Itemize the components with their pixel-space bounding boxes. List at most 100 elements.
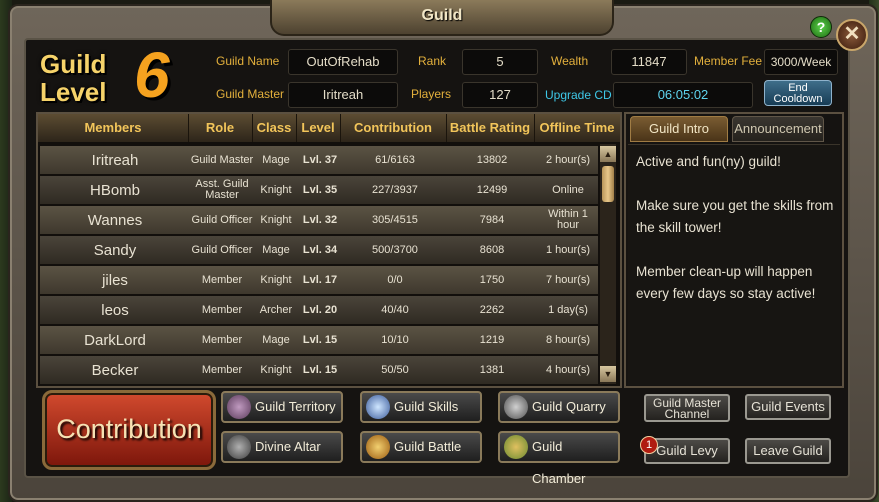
cell-class: Knight bbox=[260, 213, 292, 226]
help-icon[interactable]: ? bbox=[810, 16, 832, 38]
table-row[interactable]: Wannes Guild Officer Knight Lvl. 32 305/4515… bbox=[40, 206, 598, 234]
table-row[interactable]: DarkLord Member Mage Lvl. 15 10/10 1219 8 hour… bbox=[40, 326, 598, 354]
cell-role: Guild Officer bbox=[191, 243, 253, 256]
guild-skills-label: Guild Skills bbox=[394, 399, 459, 414]
intro-paragraph-1: Active and fun(ny) guild! bbox=[636, 154, 781, 169]
upgrade-cd-value: 06:05:02 bbox=[613, 82, 753, 108]
skills-icon bbox=[366, 395, 390, 419]
guild-skills-button[interactable]: Guild Skills bbox=[360, 391, 482, 423]
col-offline-time[interactable]: Offline Time bbox=[534, 114, 620, 142]
cell-level: Lvl. 17 bbox=[302, 273, 338, 286]
cell-level: Lvl. 15 bbox=[302, 333, 338, 346]
cell-contribution: 305/4515 bbox=[372, 213, 418, 226]
cell-rating: 8608 bbox=[479, 243, 505, 256]
guild-chamber-button[interactable]: Guild Chamber bbox=[498, 431, 620, 486]
col-members[interactable]: Members bbox=[38, 114, 189, 142]
scroll-up-icon[interactable]: ▲ bbox=[600, 146, 616, 162]
intro-paragraph-2: Make sure you get the skills from the sk… bbox=[636, 198, 834, 235]
close-icon[interactable]: ✕ bbox=[836, 19, 868, 51]
col-role[interactable]: Role bbox=[188, 114, 253, 142]
cell-class: Mage bbox=[262, 153, 290, 166]
cell-name: jiles bbox=[102, 271, 128, 289]
table-row[interactable]: jiles Member Knight Lvl. 17 0/0 1750 7 hour(s) bbox=[40, 266, 598, 294]
col-level[interactable]: Level bbox=[296, 114, 341, 142]
cell-rating: 7984 bbox=[479, 213, 505, 226]
cell-rating: 1381 bbox=[479, 363, 505, 376]
gm-channel-line2: Channel bbox=[664, 407, 710, 421]
contribution-button[interactable]: Contribution bbox=[42, 390, 216, 470]
cell-class: Knight bbox=[260, 363, 292, 376]
cell-role: Guild Master bbox=[190, 153, 254, 166]
rank-value: 5 bbox=[462, 49, 538, 75]
tab-announcement[interactable]: Announcement bbox=[732, 116, 824, 142]
cell-level: Lvl. 20 bbox=[302, 303, 338, 316]
guild-level-label-line1: Guild bbox=[40, 49, 107, 79]
table-row[interactable]: HBomb Asst. Guild Master Knight Lvl. 35 227/… bbox=[40, 176, 598, 204]
divine-altar-button[interactable]: Divine Altar bbox=[221, 431, 343, 463]
wealth-value: 11847 bbox=[611, 49, 687, 75]
cell-rating: 12499 bbox=[476, 183, 508, 196]
guild-quarry-label: Guild Quarry bbox=[532, 399, 606, 414]
cell-contribution: 10/10 bbox=[381, 333, 409, 346]
guild-battle-button[interactable]: Guild Battle bbox=[360, 431, 482, 463]
cell-class: Mage bbox=[262, 243, 290, 256]
leave-guild-button[interactable]: Leave Guild bbox=[745, 438, 831, 464]
cell-level: Lvl. 34 bbox=[302, 243, 338, 256]
cell-name: HBomb bbox=[89, 181, 141, 199]
guild-level-label: Guild Level bbox=[40, 50, 107, 106]
members-table-header: Members Role Class Level Contribution Ba… bbox=[38, 114, 620, 142]
cell-level: Lvl. 32 bbox=[302, 213, 338, 226]
players-value: 127 bbox=[462, 82, 538, 108]
cell-name: leos bbox=[101, 301, 129, 319]
cell-class: Knight bbox=[260, 273, 292, 286]
cell-rating: 13802 bbox=[476, 153, 508, 166]
cell-offline: 7 hour(s) bbox=[545, 273, 591, 286]
table-row[interactable]: Iritreah Guild Master Mage Lvl. 37 61/6163 13… bbox=[40, 146, 598, 174]
members-scrollbar[interactable]: ▲ ▼ bbox=[600, 144, 616, 384]
col-contribution[interactable]: Contribution bbox=[340, 114, 447, 142]
wealth-label: Wealth bbox=[551, 54, 589, 68]
cell-level: Lvl. 15 bbox=[302, 363, 338, 376]
guild-quarry-button[interactable]: Guild Quarry bbox=[498, 391, 620, 423]
scroll-down-icon[interactable]: ▼ bbox=[600, 366, 616, 382]
guild-events-button[interactable]: Guild Events bbox=[745, 394, 831, 420]
cell-offline: 4 hour(s) bbox=[545, 363, 591, 376]
divine-altar-label: Divine Altar bbox=[255, 439, 321, 454]
col-class[interactable]: Class bbox=[252, 114, 297, 142]
cell-contribution: 500/3700 bbox=[372, 243, 418, 256]
guild-level-number: 6 bbox=[134, 39, 170, 111]
cell-class: Mage bbox=[262, 333, 290, 346]
guild-territory-button[interactable]: Guild Territory bbox=[221, 391, 343, 423]
guild-name-label: Guild Name bbox=[216, 54, 280, 68]
cell-name: Wannes bbox=[87, 211, 143, 229]
scrollbar-thumb[interactable] bbox=[602, 166, 614, 202]
member-fee-value: 3000/Week bbox=[764, 49, 838, 75]
table-row[interactable]: leos Member Archer Lvl. 20 40/40 2262 1 day(s) bbox=[40, 296, 598, 324]
cell-level: Lvl. 35 bbox=[302, 183, 338, 196]
cell-contribution: 227/3937 bbox=[372, 183, 418, 196]
title-bar: Guild bbox=[270, 0, 614, 36]
guild-chamber-label: Guild Chamber bbox=[532, 439, 586, 486]
cell-role: Asst. Guild Master bbox=[195, 178, 249, 201]
guild-territory-label: Guild Territory bbox=[255, 399, 336, 414]
cell-name: DarkLord bbox=[84, 331, 146, 349]
cell-contribution: 50/50 bbox=[381, 363, 409, 376]
guild-master-value: Iritreah bbox=[288, 82, 398, 108]
cell-class: Knight bbox=[260, 183, 292, 196]
quarry-icon bbox=[504, 395, 528, 419]
altar-icon bbox=[227, 435, 251, 459]
cell-role: Guild Officer bbox=[191, 213, 253, 226]
guild-master-channel-button[interactable]: Guild Master Channel bbox=[644, 394, 730, 422]
cell-offline: Online bbox=[552, 183, 584, 196]
end-cooldown-button[interactable]: End Cooldown bbox=[764, 80, 832, 106]
cell-contribution: 40/40 bbox=[381, 303, 409, 316]
guild-levy-badge: 1 bbox=[640, 436, 658, 454]
cell-rating: 2262 bbox=[479, 303, 505, 316]
table-row[interactable]: Becker Member Knight Lvl. 15 50/50 1381 4 hour… bbox=[40, 356, 598, 384]
table-row[interactable]: Sandy Guild Officer Mage Lvl. 34 500/3700 860… bbox=[40, 236, 598, 264]
territory-icon bbox=[227, 395, 251, 419]
col-battle-rating[interactable]: Battle Rating bbox=[446, 114, 535, 142]
members-table: Members Role Class Level Contribution Ba… bbox=[36, 112, 622, 388]
tab-guild-intro[interactable]: Guild Intro bbox=[630, 116, 728, 142]
member-fee-label: Member Fee bbox=[694, 54, 763, 68]
